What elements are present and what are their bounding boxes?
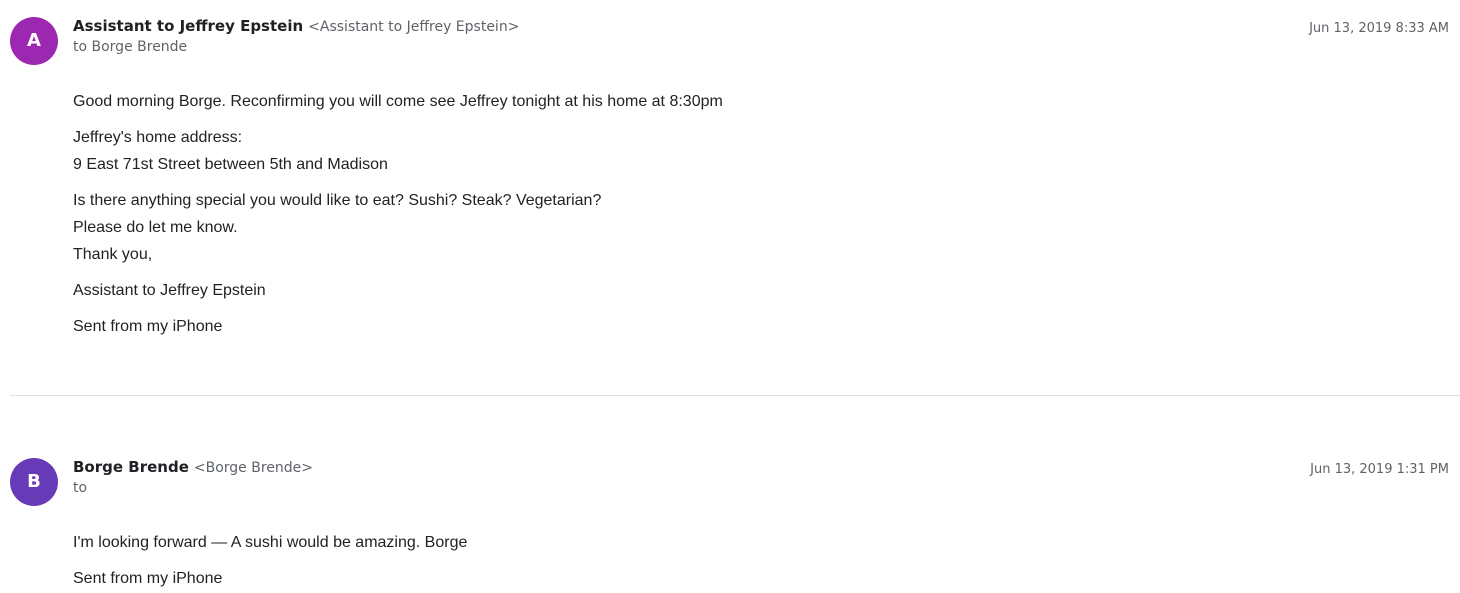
- body-line: Jeffrey's home address:: [73, 129, 243, 146]
- message-divider: [10, 395, 1460, 396]
- sender-name[interactable]: Borge Brende: [73, 458, 189, 476]
- sender-name[interactable]: Assistant to Jeffrey Epstein: [73, 17, 303, 35]
- message-body: Good morning Borge. Reconfirming you wil…: [73, 88, 723, 349]
- body-line: Thank you,: [73, 246, 153, 263]
- body-paragraph: Assistant to Jeffrey Epstein: [73, 277, 723, 304]
- sender-line: Assistant to Jeffrey Epstein <Assistant t…: [73, 16, 519, 36]
- body-line: Is there anything special you would like…: [73, 192, 602, 209]
- message-timestamp: Jun 13, 2019 1:31 PM: [1310, 462, 1449, 477]
- body-paragraph: I'm looking forward — A sushi would be a…: [73, 529, 467, 556]
- body-line: 9 East 71st Street between 5th and Madis…: [73, 156, 388, 173]
- body-paragraph: Good morning Borge. Reconfirming you wil…: [73, 88, 723, 115]
- body-line: I'm looking forward — A sushi would be a…: [73, 534, 468, 551]
- sent-from-line: Sent from my iPhone: [73, 318, 223, 335]
- sender-email: <Borge Brende>: [193, 460, 314, 476]
- body-line: Good morning Borge. Reconfirming you wil…: [73, 93, 723, 110]
- message-header: Assistant to Jeffrey Epstein <Assistant t…: [73, 16, 519, 57]
- recipient-line[interactable]: to: [73, 478, 313, 498]
- body-paragraph: Jeffrey's home address: 9 East 71st Stre…: [73, 124, 723, 178]
- body-paragraph: Sent from my iPhone: [73, 565, 467, 592]
- avatar[interactable]: B: [10, 458, 58, 506]
- message-body: I'm looking forward — A sushi would be a…: [73, 529, 467, 593]
- avatar[interactable]: A: [10, 17, 58, 65]
- body-paragraph: Is there anything special you would like…: [73, 187, 723, 268]
- body-line: Please do let me know.: [73, 219, 238, 236]
- body-paragraph: Sent from my iPhone: [73, 313, 723, 340]
- sender-line: Borge Brende <Borge Brende>: [73, 457, 313, 477]
- message-timestamp: Jun 13, 2019 8:33 AM: [1309, 21, 1449, 36]
- sent-from-line: Sent from my iPhone: [73, 570, 223, 587]
- message-header: Borge Brende <Borge Brende> to: [73, 457, 313, 498]
- sender-email: <Assistant to Jeffrey Epstein>: [308, 19, 520, 35]
- signature-line: Assistant to Jeffrey Epstein: [73, 282, 266, 299]
- email-thread: A Assistant to Jeffrey Epstein <Assistant…: [0, 0, 1460, 593]
- recipient-line[interactable]: to Borge Brende: [73, 37, 519, 57]
